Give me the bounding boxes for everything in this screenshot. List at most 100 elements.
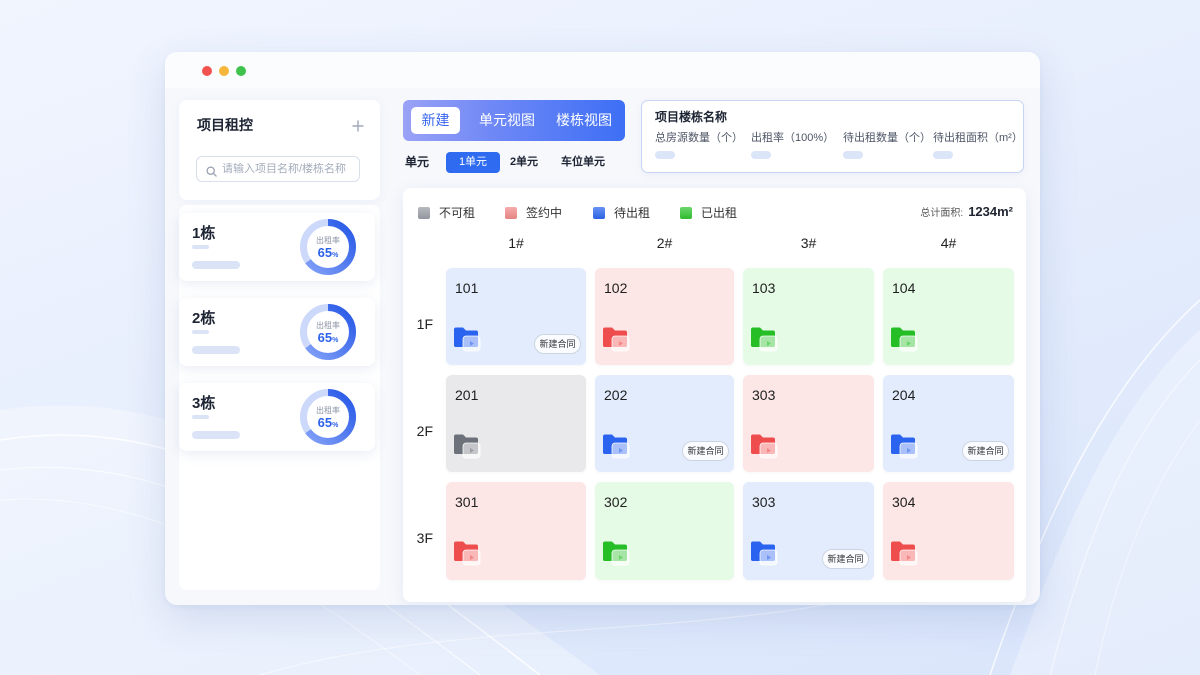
room-number: 302: [604, 494, 628, 510]
building-name: 2栋: [192, 310, 216, 327]
stat-value-placeholder: [933, 151, 953, 159]
room-number: 102: [604, 280, 628, 296]
legend-swatch: [593, 207, 605, 219]
column-header: 3#: [800, 235, 817, 251]
tab-unit-1[interactable]: 1单元: [446, 152, 500, 173]
occupancy-value: 65%: [300, 246, 356, 263]
panel-title: 项目租控: [197, 117, 253, 133]
legend-item-vacant: 待出租: [593, 206, 650, 220]
new-contract-button[interactable]: 新建合同: [682, 441, 729, 461]
room-number: 301: [455, 494, 479, 510]
legend-label: 签约中: [526, 206, 563, 220]
search-input[interactable]: [222, 163, 357, 175]
tab-parking-unit[interactable]: 车位单元: [555, 152, 611, 173]
room-cell[interactable]: 303: [743, 375, 874, 472]
occupancy-number: 65: [317, 415, 333, 430]
minimize-window-button[interactable]: [219, 66, 229, 76]
stat-label: 待出租面积（m²）: [933, 132, 1023, 144]
folder-icon: [889, 323, 919, 353]
folder-icon: [889, 430, 919, 460]
building-card[interactable]: 2栋 出租率 65%: [179, 298, 375, 366]
folder-icon: [889, 537, 919, 567]
placeholder-bar: [192, 261, 240, 269]
room-number: 303: [752, 387, 776, 403]
occupancy-number: 65: [317, 330, 333, 345]
room-grid: 1# 2# 3# 4# 1F 101 新建合同 102 103 104 2F 2…: [403, 228, 1014, 580]
floor-label: 2F: [416, 422, 433, 439]
grid-corner: [403, 228, 437, 258]
view-switcher: 新建 单元视图 楼栋视图: [403, 100, 625, 141]
folder-icon: [601, 430, 631, 460]
maximize-window-button[interactable]: [236, 66, 246, 76]
legend-swatch: [418, 207, 430, 219]
summary-title: 项目楼栋名称: [655, 110, 728, 124]
room-cell[interactable]: 102: [595, 268, 734, 365]
room-number: 303: [752, 494, 776, 510]
occupancy-donut: 出租率 65%: [300, 219, 356, 275]
legend-item-signing: 签约中: [505, 206, 562, 220]
room-cell[interactable]: 202 新建合同: [595, 375, 734, 472]
room-cell[interactable]: 301: [446, 482, 586, 580]
legend-label: 不可租: [439, 206, 476, 220]
building-card[interactable]: 3栋 出租率 65%: [179, 383, 375, 451]
close-window-button[interactable]: [202, 66, 212, 76]
legend-swatch: [505, 207, 517, 219]
stat-value-placeholder: [655, 151, 675, 159]
building-summary-card: 项目楼栋名称 总房源数量（个） 出租率（100%） 待出租数量（个） 待出租面积…: [641, 100, 1024, 173]
legend-swatch: [680, 207, 692, 219]
floor-label: 3F: [416, 530, 433, 546]
tab-unit-2[interactable]: 2单元: [504, 152, 544, 173]
project-panel-header: 项目租控: [179, 100, 380, 200]
room-number: 201: [455, 387, 479, 403]
tab-building-view[interactable]: 楼栋视图: [546, 107, 622, 134]
occupancy-unit: %: [332, 252, 339, 259]
room-number: 204: [892, 387, 916, 403]
tab-new[interactable]: 新建: [411, 107, 460, 134]
column-header: 1#: [508, 235, 524, 251]
new-contract-button[interactable]: 新建合同: [534, 334, 581, 354]
room-cell[interactable]: 201: [446, 375, 586, 472]
new-contract-button[interactable]: 新建合同: [962, 441, 1009, 461]
new-contract-button[interactable]: 新建合同: [822, 549, 869, 569]
legend-item-rented: 已出租: [680, 206, 737, 220]
title-bar: [165, 52, 1040, 88]
stat-label: 出租率（100%）: [751, 132, 835, 144]
stat-value-placeholder: [751, 151, 771, 159]
search-icon: [206, 164, 217, 177]
occupancy-value: 65%: [300, 331, 356, 348]
placeholder-bar: [192, 245, 209, 249]
occupancy-unit: %: [332, 337, 339, 344]
folder-icon: [452, 430, 482, 460]
room-cell[interactable]: 304: [883, 482, 1014, 580]
stat-label: 待出租数量（个）: [843, 132, 931, 144]
placeholder-bar: [192, 330, 209, 334]
room-cell[interactable]: 101 新建合同: [446, 268, 586, 365]
building-name: 3栋: [192, 395, 216, 412]
legend-label: 待出租: [614, 206, 651, 220]
occupancy-unit: %: [332, 422, 339, 429]
search-box[interactable]: [196, 156, 360, 182]
room-number: 202: [604, 387, 628, 403]
folder-icon: [749, 323, 779, 353]
tab-unit-view[interactable]: 单元视图: [469, 107, 545, 134]
room-number: 101: [455, 280, 479, 296]
room-cell[interactable]: 104: [883, 268, 1014, 365]
room-cell[interactable]: 204 新建合同: [883, 375, 1014, 472]
stat-label: 总房源数量（个）: [655, 132, 743, 144]
floor-label: 1F: [416, 315, 433, 332]
placeholder-bar: [192, 415, 209, 419]
folder-icon: [749, 537, 779, 567]
total-area: 总计面积: 1234m²: [920, 204, 1013, 219]
folder-icon: [749, 430, 779, 460]
room-cell[interactable]: 103: [743, 268, 874, 365]
room-cell[interactable]: 303 新建合同: [743, 482, 874, 580]
folder-icon: [452, 537, 482, 567]
room-number: 104: [892, 280, 916, 296]
placeholder-bar: [192, 346, 240, 354]
stat-value-placeholder: [843, 151, 863, 159]
occupancy-number: 65: [317, 245, 333, 260]
building-card[interactable]: 1栋 出租率 65%: [179, 213, 375, 281]
occupancy-donut: 出租率 65%: [300, 304, 356, 360]
room-cell[interactable]: 302: [595, 482, 734, 580]
plus-icon[interactable]: [352, 119, 364, 132]
